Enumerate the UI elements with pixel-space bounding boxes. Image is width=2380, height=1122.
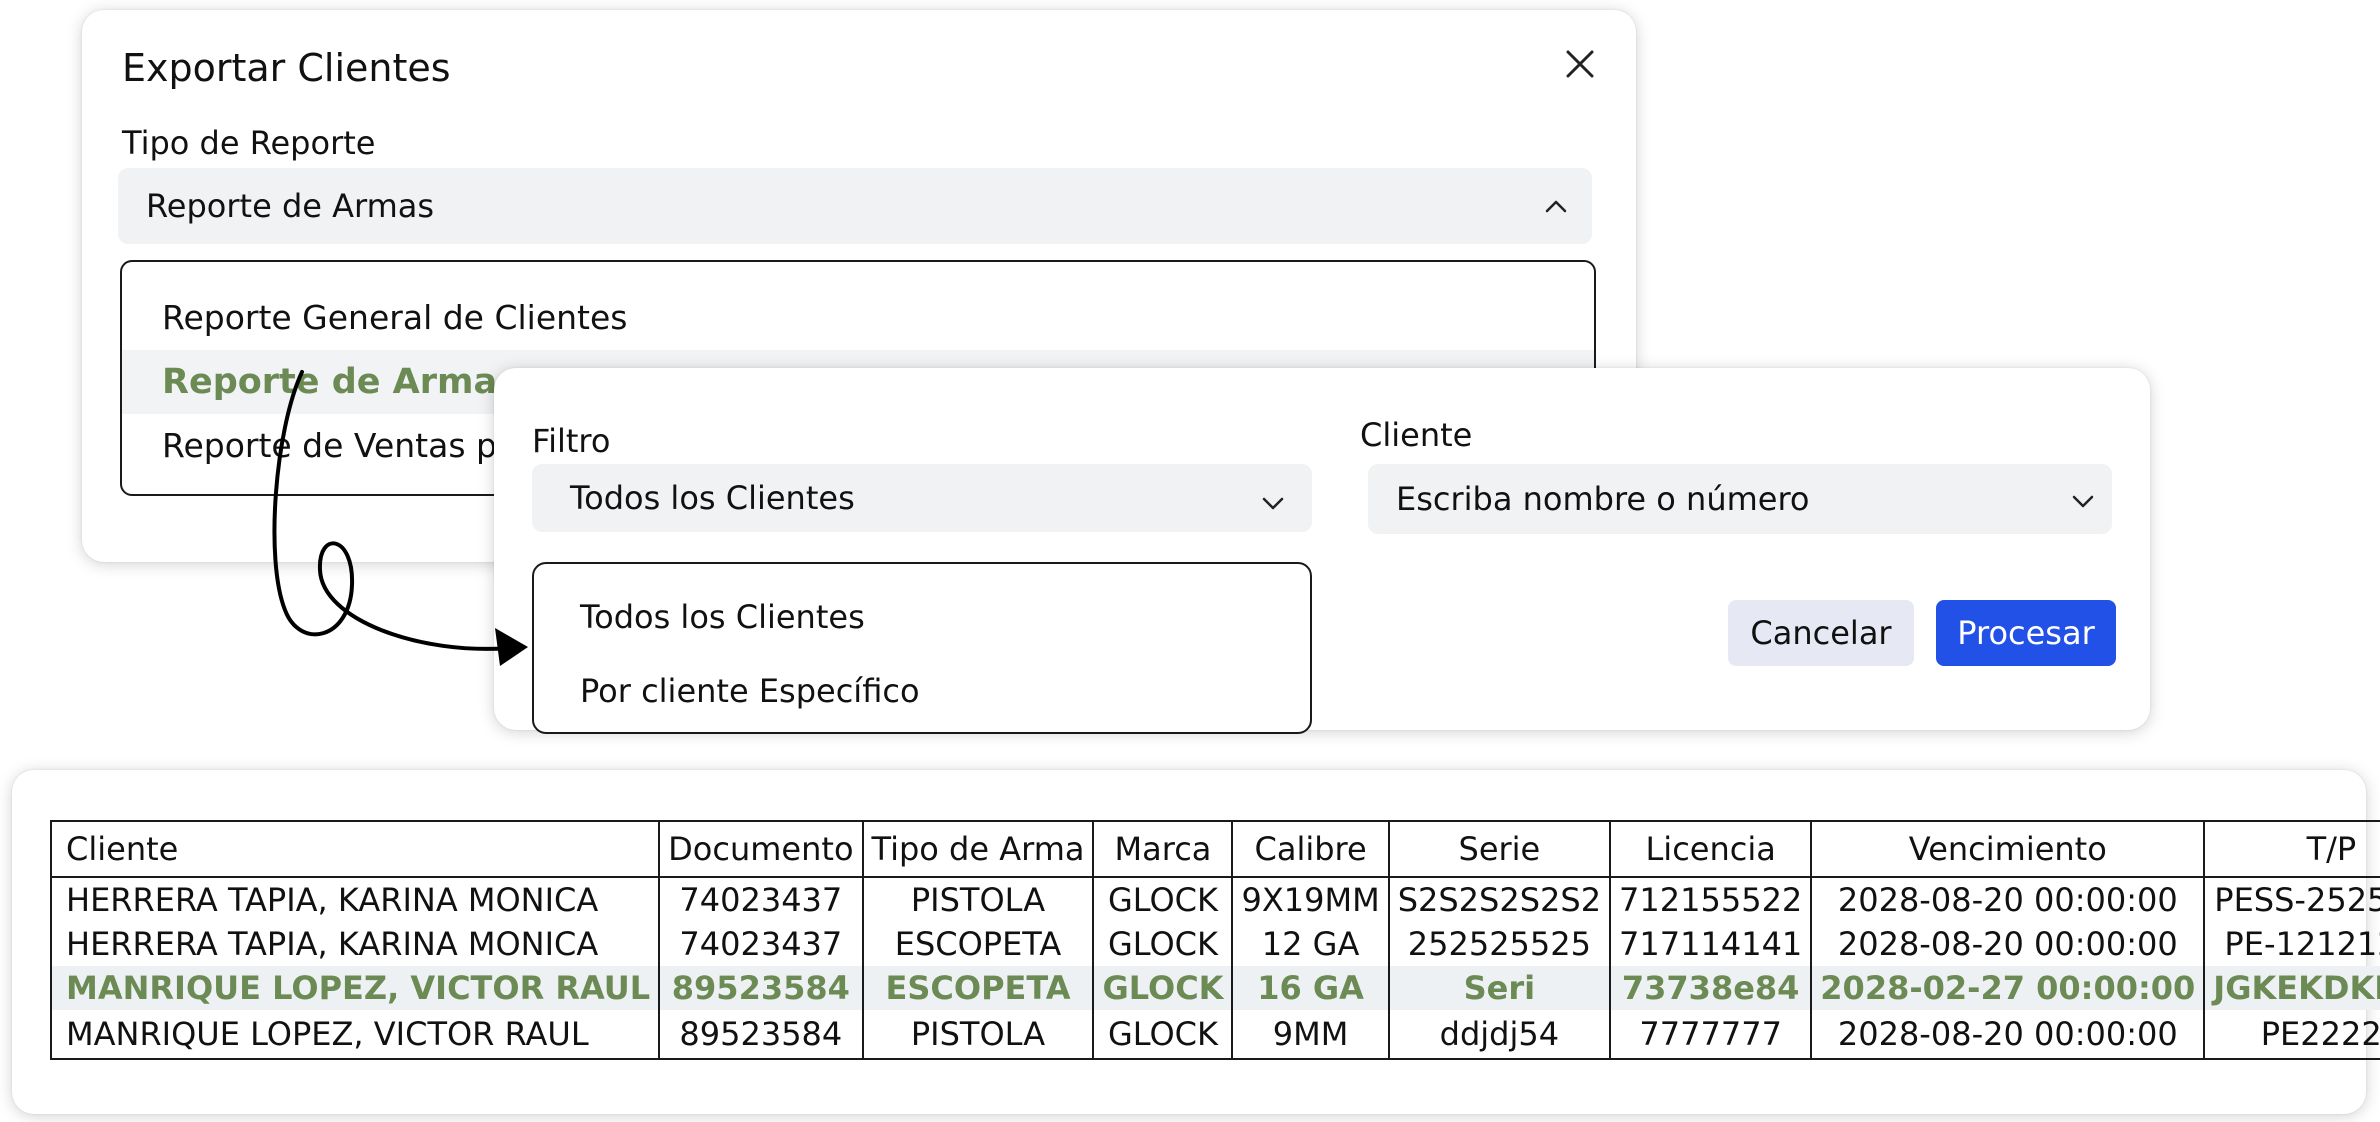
cell-cliente: HERRERA TAPIA, KARINA MONICA (49, 922, 661, 966)
report-table-card: Cliente Documento Tipo de Arma Marca Cal… (12, 770, 2380, 1114)
cell-documento: 89523584 (658, 1010, 864, 1060)
col-calibre: Calibre (1231, 820, 1390, 878)
col-marca: Marca (1092, 820, 1234, 878)
report-table: Cliente Documento Tipo de Arma Marca Cal… (49, 820, 2380, 1060)
cell-tipo-arma: ESCOPETA (861, 966, 1095, 1010)
cell-serie: Seri (1387, 966, 1612, 1010)
cell-documento: 89523584 (658, 966, 864, 1010)
cell-tipo-arma: PISTOLA (861, 877, 1095, 922)
cell-cliente: MANRIQUE LOPEZ, VICTOR RAUL (49, 1010, 661, 1060)
process-button[interactable]: Procesar (1936, 600, 2116, 666)
cell-licencia: 712155522 (1609, 877, 1813, 922)
report-type-value: Reporte de Armas (146, 187, 435, 225)
cell-vencimiento: 2028-08-20 00:00:00 (1810, 877, 2206, 922)
col-licencia: Licencia (1609, 820, 1813, 878)
cell-serie: 252525525 (1387, 922, 1612, 966)
stage: Exportar Clientes Tipo de Reporte Report… (0, 0, 2380, 1122)
cell-calibre: 16 GA (1231, 966, 1390, 1010)
cell-calibre: 12 GA (1231, 922, 1390, 966)
col-serie: Serie (1387, 820, 1612, 878)
col-tp: T/P (2203, 820, 2380, 878)
cell-calibre: 9MM (1231, 1010, 1390, 1060)
col-tipo-arma: Tipo de Arma (861, 820, 1095, 878)
col-cliente: Cliente (49, 820, 661, 878)
table-row[interactable]: HERRERA TAPIA, KARINA MONICA 74023437 ES… (49, 922, 2380, 966)
cell-calibre: 9X19MM (1231, 877, 1390, 922)
table-row[interactable]: HERRERA TAPIA, KARINA MONICA 74023437 PI… (49, 877, 2380, 922)
chevron-down-icon (1262, 497, 1284, 510)
cell-licencia: 7777777 (1609, 1010, 1813, 1060)
cliente-label: Cliente (1360, 416, 1473, 454)
option-reporte-general[interactable]: Reporte General de Clientes (122, 286, 1594, 350)
cell-tp: PE-12121212 (2203, 922, 2380, 966)
close-icon[interactable] (1560, 44, 1600, 84)
cell-tp: PESS-2525252 (2203, 877, 2380, 922)
cell-vencimiento: 2028-08-20 00:00:00 (1810, 1010, 2206, 1060)
filter-dialog: Filtro Cliente Todos los Clientes Todos … (494, 368, 2150, 734)
cliente-search-input[interactable] (1368, 464, 2112, 534)
cell-marca: GLOCK (1092, 877, 1234, 922)
cell-vencimiento: 2028-08-20 00:00:00 (1810, 922, 2206, 966)
filtro-label: Filtro (532, 422, 611, 460)
option-cliente-especifico[interactable]: Por cliente Específico (580, 672, 920, 710)
cell-tp: JGKEKDKDNE (2203, 966, 2380, 1010)
cell-tp: PE22222 (2203, 1010, 2380, 1060)
cell-cliente: HERRERA TAPIA, KARINA MONICA (49, 877, 661, 922)
cell-licencia: 73738e84 (1609, 966, 1813, 1010)
cell-marca: GLOCK (1092, 922, 1234, 966)
cancel-button[interactable]: Cancelar (1728, 600, 1914, 666)
cell-tipo-arma: ESCOPETA (861, 922, 1095, 966)
cell-marca: GLOCK (1092, 1010, 1234, 1060)
table-header-row: Cliente Documento Tipo de Arma Marca Cal… (49, 820, 2380, 878)
dialog-title: Exportar Clientes (122, 46, 451, 90)
cell-marca: GLOCK (1092, 966, 1234, 1010)
cell-cliente: MANRIQUE LOPEZ, VICTOR RAUL (49, 966, 661, 1010)
report-type-label: Tipo de Reporte (122, 124, 376, 162)
option-todos-clientes[interactable]: Todos los Clientes (580, 598, 865, 636)
cell-vencimiento: 2028-02-27 00:00:00 (1810, 966, 2206, 1010)
report-type-select[interactable]: Reporte de Armas (118, 168, 1592, 244)
table-row-highlighted[interactable]: MANRIQUE LOPEZ, VICTOR RAUL 89523584 ESC… (49, 966, 2380, 1010)
col-documento: Documento (658, 820, 864, 878)
table-row[interactable]: MANRIQUE LOPEZ, VICTOR RAUL 89523584 PIS… (49, 1010, 2380, 1060)
filtro-options: Todos los Clientes Por cliente Específic… (532, 562, 1312, 734)
cell-documento: 74023437 (658, 877, 864, 922)
col-vencimiento: Vencimiento (1810, 820, 2206, 878)
cell-serie: ddjdj54 (1387, 1010, 1612, 1060)
chevron-up-icon (1545, 200, 1567, 213)
filtro-value: Todos los Clientes (570, 479, 855, 517)
cell-documento: 74023437 (658, 922, 864, 966)
cell-serie: S2S2S2S2S2 (1387, 877, 1612, 922)
cell-tipo-arma: PISTOLA (861, 1010, 1095, 1060)
filtro-select[interactable]: Todos los Clientes (532, 464, 1312, 532)
cell-licencia: 717114141 (1609, 922, 1813, 966)
